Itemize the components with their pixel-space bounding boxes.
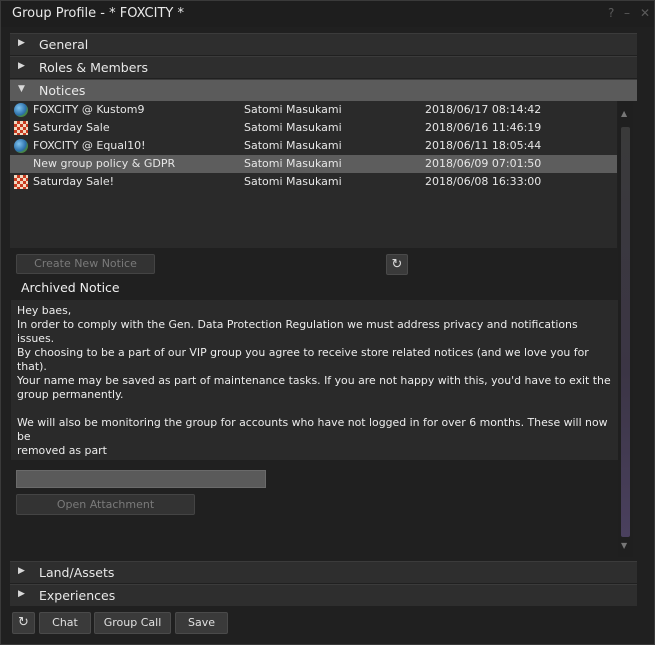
window-title: Group Profile - * FOXCITY * <box>12 6 184 21</box>
collapse-arrow-icon: ▼ <box>18 84 25 94</box>
notice-subject: FOXCITY @ Equal10! <box>33 139 146 152</box>
section-land-assets[interactable]: ▶ Land/Assets <box>10 561 637 583</box>
notice-row[interactable]: Saturday Sale Satomi Masukami 2018/06/16… <box>10 119 617 137</box>
notice-from: Satomi Masukami <box>244 157 342 170</box>
notice-subject: FOXCITY @ Kustom9 <box>33 103 145 116</box>
help-icon[interactable]: ? <box>608 6 614 20</box>
section-general[interactable]: ▶ General <box>10 33 637 55</box>
open-attachment-button[interactable]: Open Attachment <box>16 494 195 515</box>
notice-from: Satomi Masukami <box>244 103 342 116</box>
section-land-label: Land/Assets <box>39 565 115 580</box>
chat-button[interactable]: Chat <box>39 612 91 634</box>
refresh-notices-button[interactable]: ↻ <box>386 254 408 275</box>
notice-message-box[interactable]: Hey baes, In order to comply with the Ge… <box>11 300 618 460</box>
checker-icon <box>14 175 28 189</box>
refresh-icon: ↻ <box>18 615 29 630</box>
title-bar[interactable]: Group Profile - * FOXCITY * ? – ✕ <box>1 1 654 27</box>
globe-icon <box>14 139 28 153</box>
section-roles-members[interactable]: ▶ Roles & Members <box>10 56 637 78</box>
group-profile-window: Group Profile - * FOXCITY * ? – ✕ ▶ Gene… <box>0 0 655 645</box>
notice-subject: Saturday Sale! <box>33 175 115 188</box>
notice-subject: Saturday Sale <box>33 121 110 134</box>
expand-arrow-icon: ▶ <box>18 38 25 48</box>
expand-arrow-icon: ▶ <box>18 566 25 576</box>
scroll-down-icon[interactable]: ▼ <box>621 541 627 550</box>
notice-row[interactable]: FOXCITY @ Equal10! Satomi Masukami 2018/… <box>10 137 617 155</box>
notice-date: 2018/06/08 16:33:00 <box>425 175 542 188</box>
minimize-icon[interactable]: – <box>624 6 630 20</box>
close-icon[interactable]: ✕ <box>640 6 650 20</box>
section-roles-label: Roles & Members <box>39 60 149 75</box>
save-button[interactable]: Save <box>175 612 228 634</box>
expand-arrow-icon: ▶ <box>18 589 25 599</box>
notice-date: 2018/06/09 07:01:50 <box>425 157 542 170</box>
notice-row-selected[interactable]: New group policy & GDPR Satomi Masukami … <box>10 155 617 173</box>
section-notices[interactable]: ▼ Notices <box>10 79 637 101</box>
notice-from: Satomi Masukami <box>244 121 342 134</box>
scroll-thumb[interactable] <box>621 127 630 537</box>
notice-date: 2018/06/11 18:05:44 <box>425 139 542 152</box>
scroll-up-icon[interactable]: ▲ <box>621 109 627 118</box>
section-experiences[interactable]: ▶ Experiences <box>10 584 637 606</box>
expand-arrow-icon: ▶ <box>18 61 25 71</box>
attachment-field <box>16 470 266 488</box>
archived-notice-title: Archived Notice <box>21 280 120 295</box>
notice-date: 2018/06/16 11:46:19 <box>425 121 542 134</box>
notices-list[interactable]: FOXCITY @ Kustom9 Satomi Masukami 2018/0… <box>10 101 617 248</box>
panel-scrollbar[interactable]: ▲ ▼ <box>618 101 633 557</box>
notice-from: Satomi Masukami <box>244 139 342 152</box>
notice-row[interactable]: FOXCITY @ Kustom9 Satomi Masukami 2018/0… <box>10 101 617 119</box>
checker-icon <box>14 121 28 135</box>
section-experiences-label: Experiences <box>39 588 116 603</box>
refresh-group-button[interactable]: ↻ <box>12 612 35 634</box>
section-notices-label: Notices <box>39 83 86 98</box>
refresh-icon: ↻ <box>391 257 403 272</box>
notice-date: 2018/06/17 08:14:42 <box>425 103 542 116</box>
notice-row[interactable]: Saturday Sale! Satomi Masukami 2018/06/0… <box>10 173 617 191</box>
create-new-notice-button[interactable]: Create New Notice <box>16 254 155 274</box>
notice-from: Satomi Masukami <box>244 175 342 188</box>
group-call-button[interactable]: Group Call <box>94 612 171 634</box>
section-general-label: General <box>39 37 89 52</box>
notice-subject: New group policy & GDPR <box>33 157 176 170</box>
globe-icon <box>14 103 28 117</box>
notice-message-text: Hey baes, In order to comply with the Ge… <box>17 304 611 457</box>
